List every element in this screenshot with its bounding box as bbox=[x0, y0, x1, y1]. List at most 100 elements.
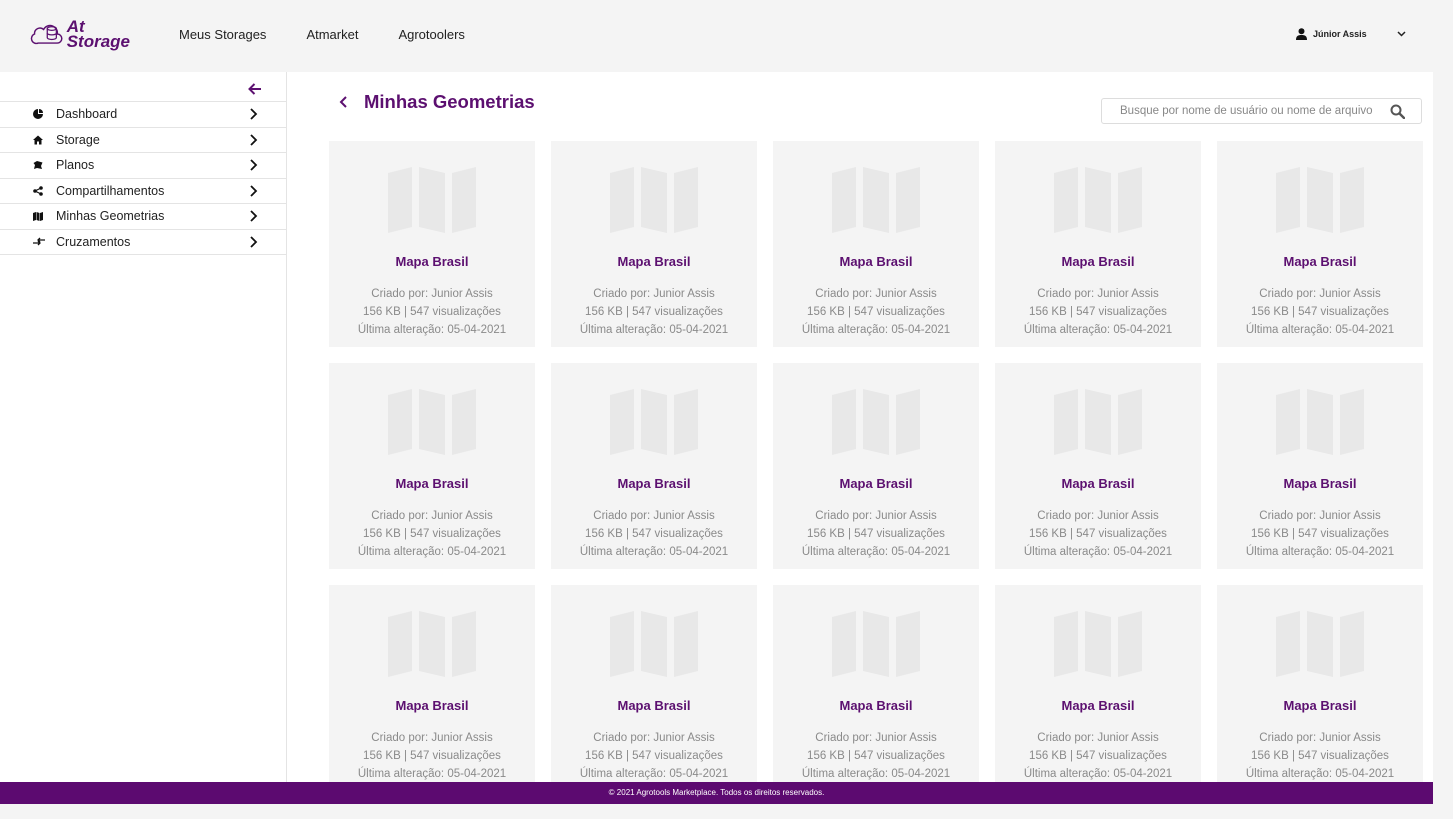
sidebar-item-label: Compartilhamentos bbox=[56, 183, 165, 198]
card-title: Mapa Brasil bbox=[1283, 254, 1357, 269]
card-created-by: Criado por: Junior Assis bbox=[371, 732, 493, 744]
card-modified: Última alteração: 05-04-2021 bbox=[357, 546, 507, 558]
geometry-card[interactable]: Mapa Brasil Criado por: Junior Assis 156… bbox=[995, 585, 1201, 782]
geometry-card[interactable]: Mapa Brasil Criado por: Junior Assis 156… bbox=[773, 363, 979, 569]
card-stats: 156 KB | 547 visualizações bbox=[585, 306, 723, 318]
home-icon bbox=[33, 135, 43, 144]
user-menu[interactable]: Júnior Assis bbox=[1296, 28, 1406, 40]
map-placeholder-icon bbox=[610, 611, 698, 677]
map-placeholder-icon bbox=[610, 167, 698, 233]
search-input[interactable] bbox=[1120, 105, 1390, 117]
card-created-by: Criado por: Junior Assis bbox=[1037, 732, 1159, 744]
card-title: Mapa Brasil bbox=[617, 254, 691, 269]
logo[interactable]: At Storage bbox=[30, 16, 130, 52]
sidebar-item-planos[interactable]: Planos bbox=[0, 153, 286, 179]
plans-icon bbox=[33, 161, 43, 169]
sidebar-item-label: Cruzamentos bbox=[56, 234, 131, 249]
map-placeholder-icon bbox=[832, 389, 920, 455]
geometry-card[interactable]: Mapa Brasil Criado por: Junior Assis 156… bbox=[995, 141, 1201, 347]
card-stats: 156 KB | 547 visualizações bbox=[363, 750, 501, 762]
card-title: Mapa Brasil bbox=[395, 698, 469, 713]
geometry-card[interactable]: Mapa Brasil Criado por: Junior Assis 156… bbox=[551, 585, 757, 782]
card-created-by: Criado por: Junior Assis bbox=[1259, 732, 1381, 744]
map-placeholder-icon bbox=[1276, 611, 1364, 677]
card-created-by: Criado por: Junior Assis bbox=[815, 732, 937, 744]
chevron-right-icon bbox=[250, 235, 258, 248]
map-icon bbox=[33, 212, 43, 221]
card-created-by: Criado por: Junior Assis bbox=[815, 510, 937, 522]
card-stats: 156 KB | 547 visualizações bbox=[585, 528, 723, 540]
card-created-by: Criado por: Junior Assis bbox=[1259, 288, 1381, 300]
nav-agrotoolers[interactable]: Agrotoolers bbox=[398, 27, 464, 42]
geometry-card[interactable]: Mapa Brasil Criado por: Junior Assis 156… bbox=[329, 141, 535, 347]
page-bottom-strip bbox=[0, 804, 1453, 819]
card-modified: Última alteração: 05-04-2021 bbox=[801, 324, 951, 336]
card-title: Mapa Brasil bbox=[1061, 476, 1135, 491]
map-placeholder-icon bbox=[1054, 167, 1142, 233]
sidebar-item-compartilhamentos[interactable]: Compartilhamentos bbox=[0, 179, 286, 204]
map-placeholder-icon bbox=[832, 167, 920, 233]
map-placeholder-icon bbox=[388, 389, 476, 455]
card-title: Mapa Brasil bbox=[1061, 254, 1135, 269]
arrow-left-icon[interactable] bbox=[247, 82, 263, 96]
nav-meus-storages[interactable]: Meus Storages bbox=[179, 27, 266, 42]
card-stats: 156 KB | 547 visualizações bbox=[363, 528, 501, 540]
map-placeholder-icon bbox=[1054, 611, 1142, 677]
card-title: Mapa Brasil bbox=[1283, 476, 1357, 491]
geometry-card[interactable]: Mapa Brasil Criado por: Junior Assis 156… bbox=[1217, 141, 1423, 347]
geometry-card[interactable]: Mapa Brasil Criado por: Junior Assis 156… bbox=[773, 141, 979, 347]
geometry-card[interactable]: Mapa Brasil Criado por: Junior Assis 156… bbox=[773, 585, 979, 782]
map-placeholder-icon bbox=[1054, 389, 1142, 455]
map-placeholder-icon bbox=[1276, 167, 1364, 233]
card-stats: 156 KB | 547 visualizações bbox=[807, 528, 945, 540]
geometry-card[interactable]: Mapa Brasil Criado por: Junior Assis 156… bbox=[551, 141, 757, 347]
map-placeholder-icon bbox=[388, 611, 476, 677]
geometry-card[interactable]: Mapa Brasil Criado por: Junior Assis 156… bbox=[995, 363, 1201, 569]
chevron-left-icon[interactable] bbox=[339, 96, 349, 108]
card-stats: 156 KB | 547 visualizações bbox=[1029, 750, 1167, 762]
card-modified: Última alteração: 05-04-2021 bbox=[579, 768, 729, 780]
map-placeholder-icon bbox=[1276, 389, 1364, 455]
geometry-card[interactable]: Mapa Brasil Criado por: Junior Assis 156… bbox=[329, 585, 535, 782]
sidebar-item-label: Dashboard bbox=[56, 107, 118, 122]
search-box bbox=[1101, 98, 1422, 124]
sidebar: Dashboard Storage Planos Compartilhament… bbox=[0, 72, 287, 782]
card-stats: 156 KB | 547 visualizações bbox=[807, 750, 945, 762]
footer: © 2021 Agrotools Marketplace. Todos os d… bbox=[0, 782, 1433, 804]
map-placeholder-icon bbox=[388, 167, 476, 233]
geometry-card[interactable]: Mapa Brasil Criado por: Junior Assis 156… bbox=[329, 363, 535, 569]
geometry-card[interactable]: Mapa Brasil Criado por: Junior Assis 156… bbox=[1217, 363, 1423, 569]
card-title: Mapa Brasil bbox=[839, 476, 913, 491]
map-placeholder-icon bbox=[610, 389, 698, 455]
geometry-card[interactable]: Mapa Brasil Criado por: Junior Assis 156… bbox=[1217, 585, 1423, 782]
sidebar-menu: Dashboard Storage Planos Compartilhament… bbox=[0, 101, 286, 255]
dashboard-icon bbox=[33, 109, 43, 119]
top-nav: Meus Storages Atmarket Agrotoolers bbox=[179, 27, 465, 42]
card-modified: Última alteração: 05-04-2021 bbox=[579, 546, 729, 558]
card-modified: Última alteração: 05-04-2021 bbox=[1245, 546, 1395, 558]
card-modified: Última alteração: 05-04-2021 bbox=[801, 546, 951, 558]
card-created-by: Criado por: Junior Assis bbox=[815, 288, 937, 300]
card-title: Mapa Brasil bbox=[1061, 698, 1135, 713]
logo-line-2: Storage bbox=[66, 32, 130, 51]
card-stats: 156 KB | 547 visualizações bbox=[363, 306, 501, 318]
card-created-by: Criado por: Junior Assis bbox=[371, 510, 493, 522]
card-created-by: Criado por: Junior Assis bbox=[593, 288, 715, 300]
card-created-by: Criado por: Junior Assis bbox=[371, 288, 493, 300]
search-icon[interactable] bbox=[1390, 104, 1405, 119]
sidebar-item-storage[interactable]: Storage bbox=[0, 128, 286, 153]
card-modified: Última alteração: 05-04-2021 bbox=[579, 324, 729, 336]
chevron-right-icon bbox=[250, 108, 258, 120]
sidebar-item-cruzamentos[interactable]: Cruzamentos bbox=[0, 230, 286, 255]
card-modified: Última alteração: 05-04-2021 bbox=[801, 768, 951, 780]
geometry-grid: Mapa Brasil Criado por: Junior Assis 156… bbox=[329, 141, 1423, 782]
chevron-right-icon bbox=[250, 133, 258, 146]
geometry-card[interactable]: Mapa Brasil Criado por: Junior Assis 156… bbox=[551, 363, 757, 569]
sidebar-item-minhas-geometrias[interactable]: Minhas Geometrias bbox=[0, 204, 286, 230]
card-created-by: Criado por: Junior Assis bbox=[1259, 510, 1381, 522]
chevron-down-icon[interactable] bbox=[1397, 31, 1406, 37]
nav-atmarket[interactable]: Atmarket bbox=[306, 27, 358, 42]
card-modified: Última alteração: 05-04-2021 bbox=[1245, 324, 1395, 336]
sidebar-item-dashboard[interactable]: Dashboard bbox=[0, 102, 286, 128]
crossing-icon bbox=[33, 237, 45, 245]
